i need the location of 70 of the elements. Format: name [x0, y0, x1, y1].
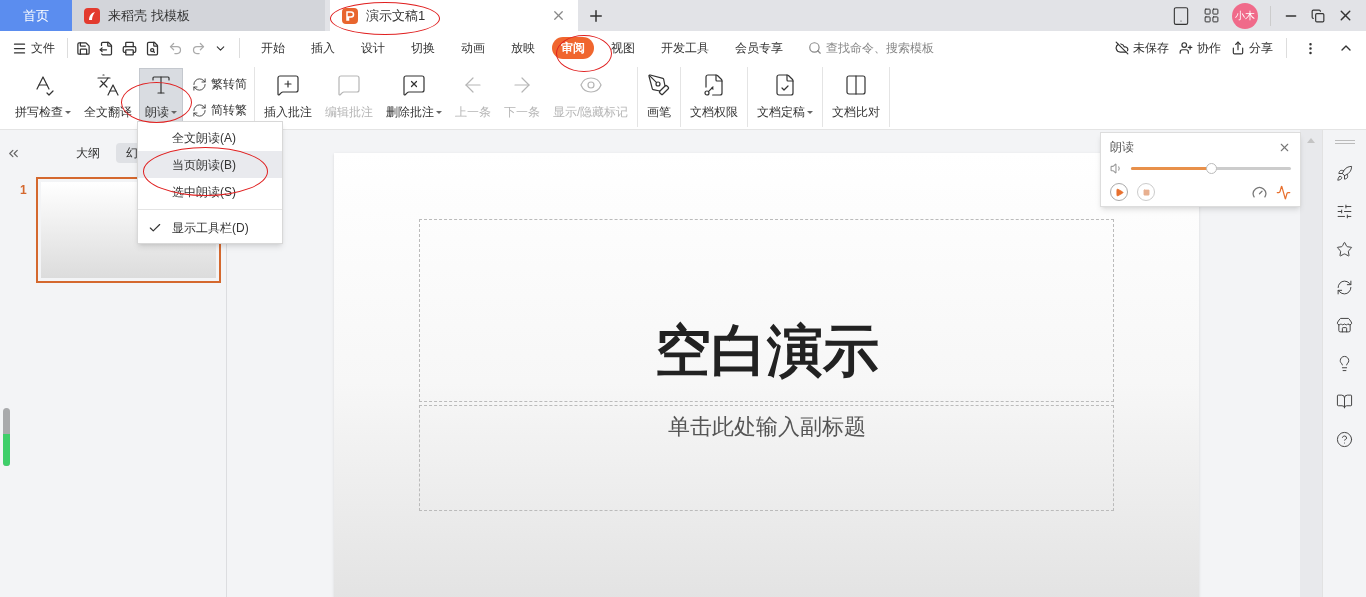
ribbon-tab[interactable]: 开始 — [252, 37, 294, 59]
ribbon-tab[interactable]: 动画 — [452, 37, 494, 59]
ribbon-tab[interactable]: 切换 — [402, 37, 444, 59]
save-icon[interactable] — [76, 40, 91, 56]
volume-icon — [1110, 162, 1123, 175]
stop-icon — [1142, 188, 1150, 196]
tab-title: 来稻壳 找模板 — [108, 6, 191, 25]
document-tab[interactable]: 来稻壳 找模板 — [72, 0, 325, 31]
comment-icon — [337, 73, 361, 97]
grid-icon[interactable] — [1203, 7, 1220, 24]
rocket-icon[interactable] — [1336, 165, 1353, 182]
tab-title: 演示文稿1 — [366, 6, 427, 25]
print-icon[interactable] — [122, 40, 137, 56]
caret-icon — [171, 110, 177, 114]
preview-icon[interactable] — [145, 40, 160, 56]
store-icon[interactable] — [1336, 317, 1353, 334]
toolbar-button[interactable]: 分享 — [1231, 39, 1273, 57]
help-icon[interactable] — [1336, 431, 1353, 448]
translate-icon — [96, 73, 120, 97]
caret-icon — [807, 110, 814, 114]
share-icon — [1231, 41, 1245, 55]
document-tab[interactable]: 演示文稿1 — [330, 0, 578, 31]
caret-icon — [65, 110, 71, 114]
docer-logo-icon — [84, 7, 100, 24]
cloud-icon — [1115, 41, 1129, 55]
menu-icon — [12, 40, 27, 56]
ribbon-tab[interactable]: 插入 — [302, 37, 344, 59]
speed-icon[interactable] — [1252, 184, 1267, 200]
caret-icon — [436, 110, 442, 114]
file-menu[interactable]: 文件 — [0, 39, 63, 57]
drag-handle-icon — [1334, 140, 1355, 144]
subtitle-placeholder[interactable]: 单击此处输入副标题 — [419, 405, 1114, 511]
star-icon[interactable] — [1336, 241, 1353, 258]
menu-item[interactable]: 当页朗读(B) — [138, 151, 282, 178]
pulse-icon[interactable] — [1276, 184, 1291, 200]
panel-title: 朗读 — [1110, 139, 1134, 156]
ribbon-tab[interactable]: 视图 — [602, 37, 644, 59]
ribbon-tab[interactable]: 放映 — [502, 37, 544, 59]
pen-icon — [647, 73, 672, 97]
play-icon — [1114, 187, 1124, 197]
restore-icon[interactable] — [1311, 8, 1325, 23]
slide-title: 空白演示 — [654, 318, 879, 384]
columns-icon — [844, 73, 869, 97]
title-placeholder[interactable]: 空白演示 — [419, 219, 1114, 402]
comment-plus-icon — [276, 73, 300, 97]
slide-number: 1 — [20, 182, 27, 199]
sliders-icon[interactable] — [1336, 203, 1353, 220]
slide-subtitle: 单击此处输入副标题 — [667, 413, 866, 441]
export-icon[interactable] — [99, 40, 114, 56]
search-field[interactable]: 查找命令、搜索模板 — [808, 39, 956, 57]
ribbon-tab[interactable]: 设计 — [352, 37, 394, 59]
comment-delete-icon — [402, 73, 426, 97]
ribbon-button[interactable]: 繁转简 — [188, 72, 251, 96]
device-icon[interactable] — [1171, 5, 1191, 26]
convert-icon — [192, 102, 207, 118]
search-icon — [808, 41, 822, 55]
person-plus-icon — [1179, 41, 1193, 55]
book-icon[interactable] — [1336, 393, 1353, 410]
ribbon-button[interactable]: 简转繁 — [188, 98, 251, 122]
panel-tab[interactable]: 大纲 — [66, 143, 110, 163]
toolbar-button[interactable]: 未保存 — [1115, 39, 1169, 57]
level-meter — [3, 408, 10, 466]
ribbon-tab[interactable]: 开发工具 — [652, 37, 718, 59]
switch-icon[interactable] — [1336, 279, 1353, 296]
presentation-logo-icon — [342, 7, 358, 24]
convert-icon — [192, 76, 207, 92]
toolbar-button[interactable]: 协作 — [1179, 39, 1221, 57]
ribbon-tab[interactable]: 会员专享 — [726, 37, 792, 59]
menu-item[interactable]: 显示工具栏(D) — [138, 214, 282, 241]
slider-thumb[interactable] — [1206, 163, 1217, 174]
